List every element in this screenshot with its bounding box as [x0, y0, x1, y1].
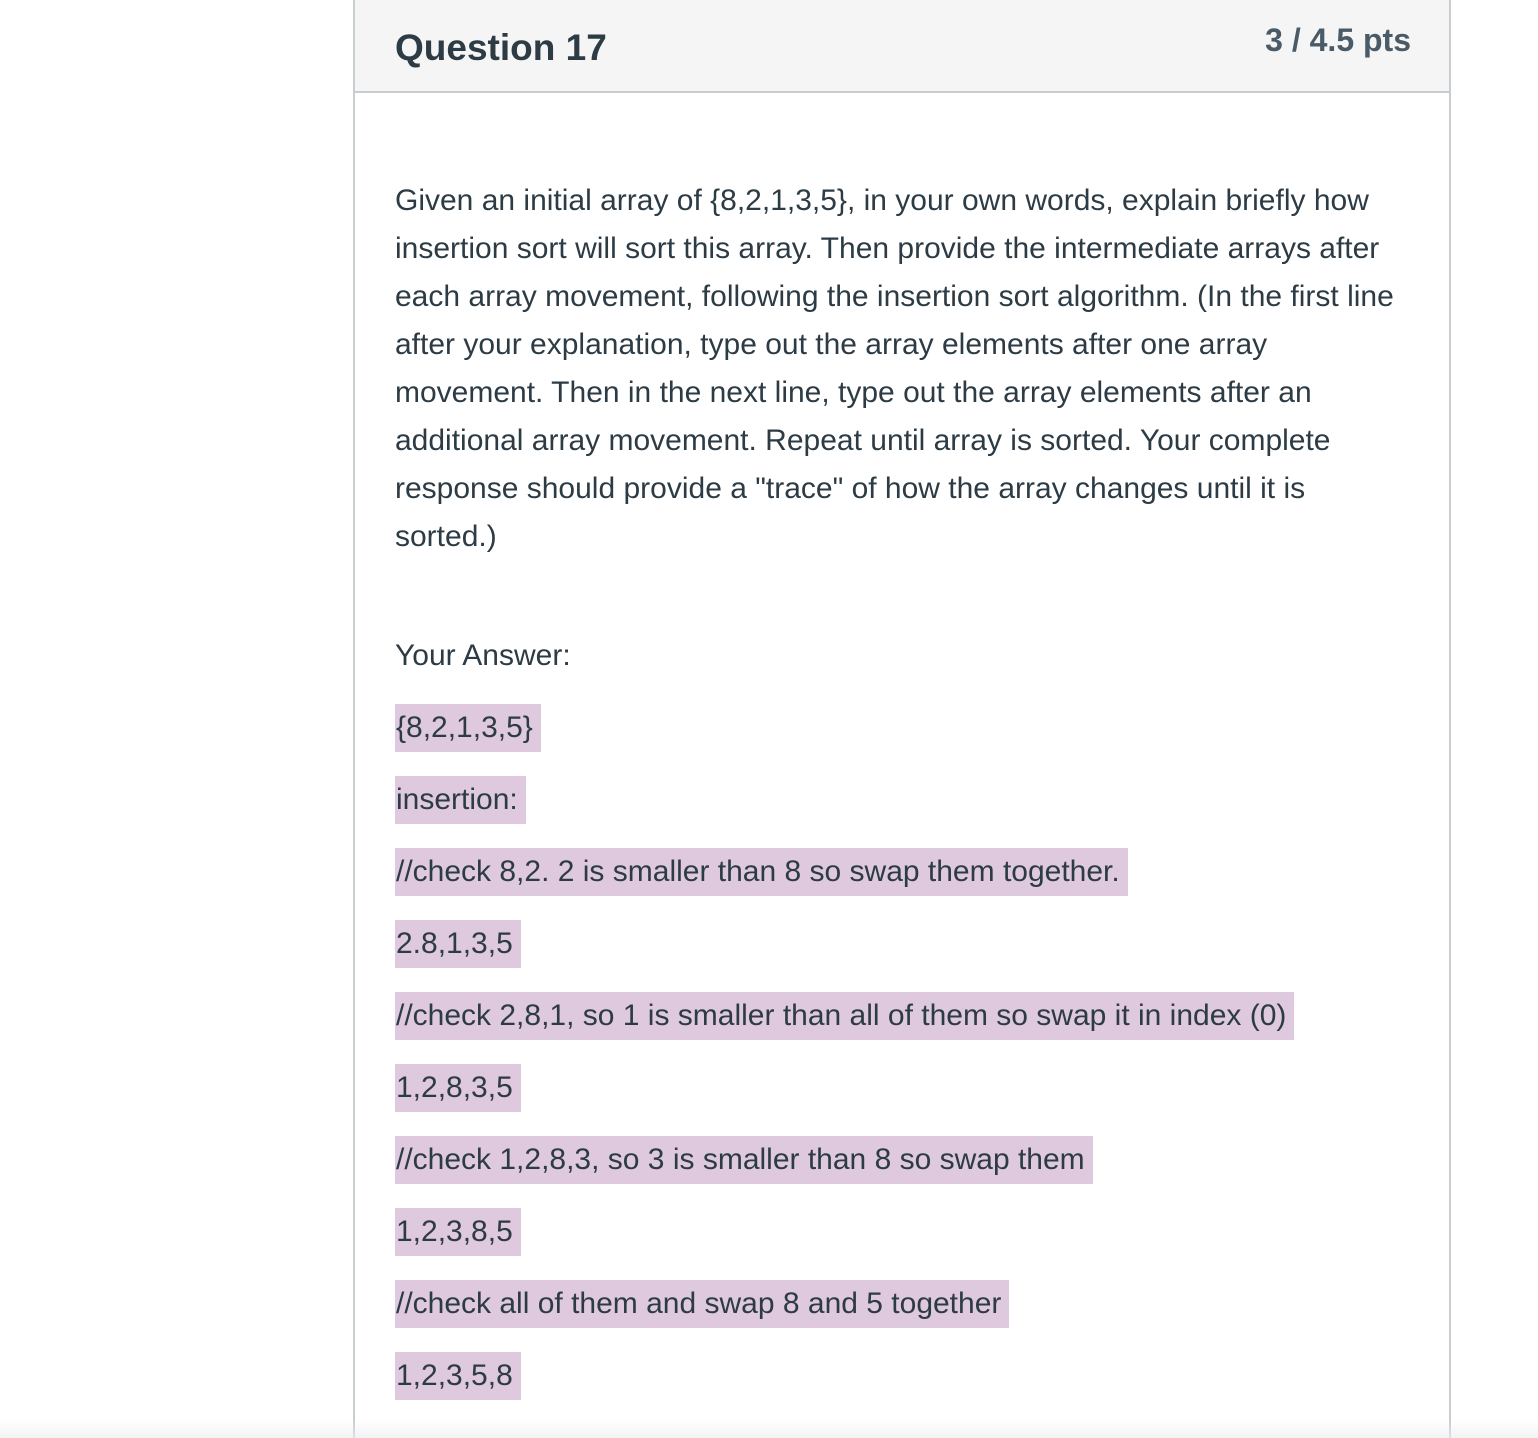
- answer-line: //check all of them and swap 8 and 5 tog…: [395, 1280, 1294, 1352]
- answer-line: 2.8,1,3,5: [395, 920, 1294, 992]
- bottom-fade: [0, 1420, 1538, 1438]
- answer-line-text: //check all of them and swap 8 and 5 tog…: [395, 1280, 1010, 1328]
- answer-line: 1,2,8,3,5: [395, 1064, 1294, 1136]
- answer-line: insertion:: [395, 776, 1294, 848]
- answer-line: //check 1,2,8,3, so 3 is smaller than 8 …: [395, 1136, 1294, 1208]
- answer-line: {8,2,1,3,5}: [395, 704, 1294, 776]
- question-prompt: Given an initial array of {8,2,1,3,5}, i…: [395, 184, 1394, 553]
- question-title: Question 17: [395, 27, 607, 68]
- answer-line-text: //check 1,2,8,3, so 3 is smaller than 8 …: [395, 1136, 1093, 1184]
- answer-line-text: //check 2,8,1, so 1 is smaller than all …: [395, 992, 1295, 1040]
- question-header: Question 17 3 / 4.5 pts: [355, 0, 1449, 93]
- answer-line: 1,2,3,5,8: [395, 1352, 1294, 1424]
- answer-line-text: 2.8,1,3,5: [395, 920, 521, 968]
- answer-text: {8,2,1,3,5} insertion: //check 8,2. 2 is…: [395, 704, 1295, 1424]
- answer-line-text: 1,2,3,8,5: [395, 1208, 521, 1256]
- answer-line-text: 1,2,3,5,8: [395, 1352, 521, 1400]
- answer-line: //check 8,2. 2 is smaller than 8 so swap…: [395, 848, 1294, 920]
- answer-line-text: 1,2,8,3,5: [395, 1064, 521, 1112]
- question-card: Question 17 3 / 4.5 pts Given an initial…: [353, 0, 1451, 1438]
- answer-label: Your Answer:: [395, 639, 571, 672]
- answer-line: 1,2,3,8,5: [395, 1208, 1294, 1280]
- quiz-page: Question 17 3 / 4.5 pts Given an initial…: [0, 0, 1538, 1438]
- answer-line-text: //check 8,2. 2 is smaller than 8 so swap…: [395, 848, 1128, 896]
- answer-line-text: insertion:: [395, 776, 526, 824]
- question-points: 3 / 4.5 pts: [1265, 22, 1411, 58]
- answer-line-text: {8,2,1,3,5}: [395, 704, 541, 752]
- answer-line: //check 2,8,1, so 1 is smaller than all …: [395, 992, 1295, 1064]
